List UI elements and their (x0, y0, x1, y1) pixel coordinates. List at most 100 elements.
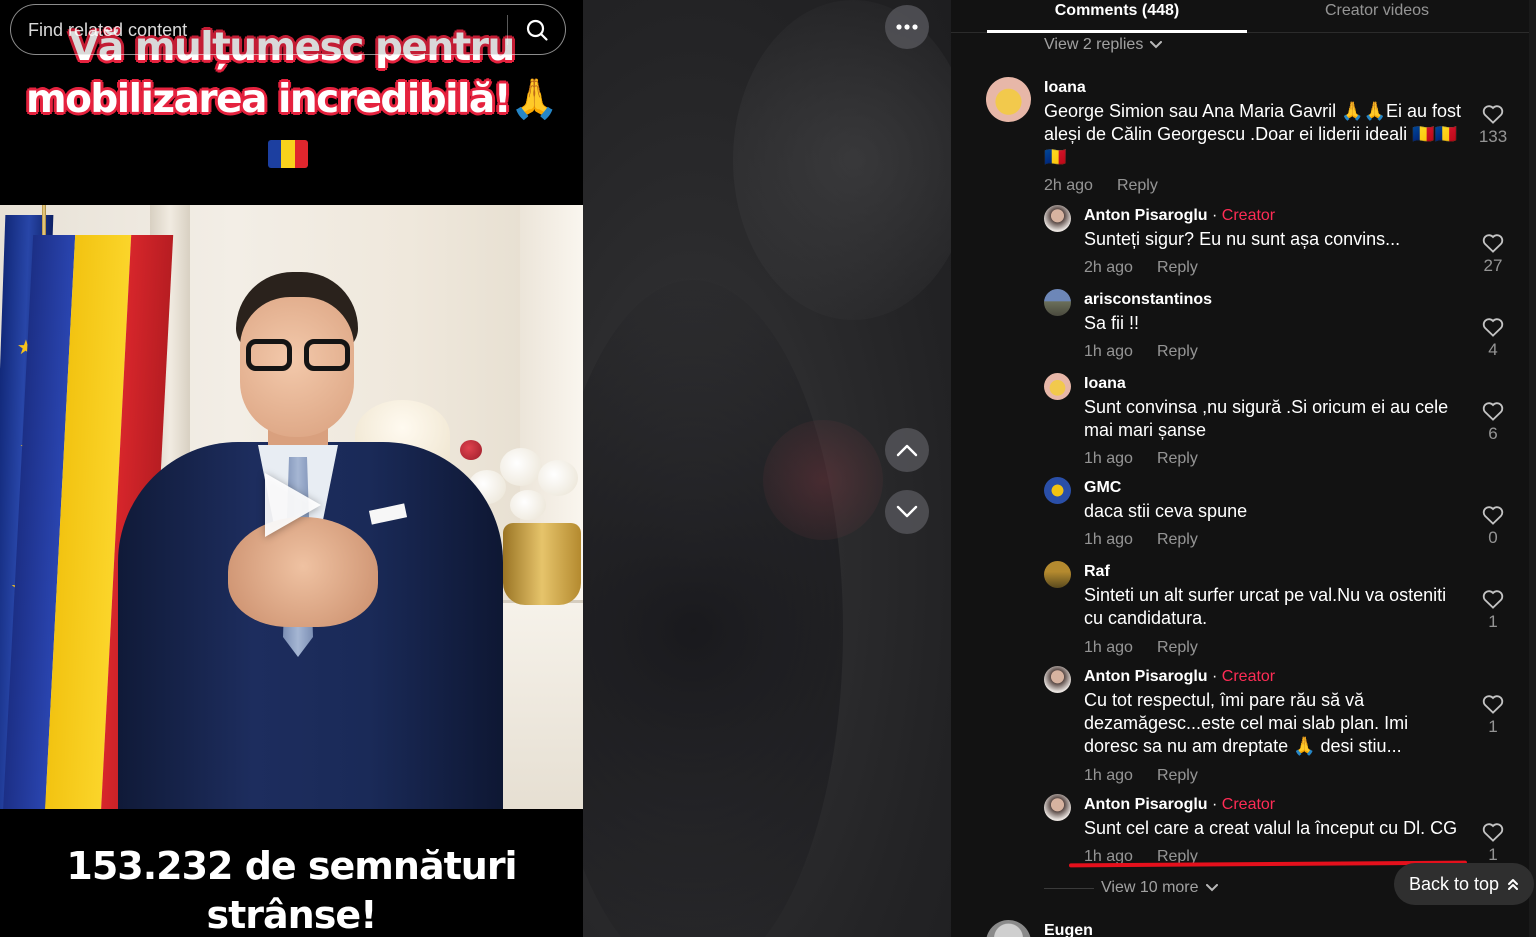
play-icon[interactable] (265, 473, 321, 537)
view-more-button[interactable]: View 10 more (1101, 879, 1218, 897)
search-input[interactable] (28, 17, 498, 43)
like-button[interactable]: 0 (1473, 505, 1513, 548)
tab-creator-videos[interactable]: Creator videos (1247, 0, 1507, 33)
heart-icon (1482, 823, 1504, 842)
tab-comments[interactable]: Comments (448) (987, 0, 1247, 33)
caption-line-1: 153.232 de semnături (66, 844, 517, 888)
username-label[interactable]: Anton Pisaroglu (1084, 668, 1208, 685)
heart-icon (1482, 590, 1504, 609)
comment-username[interactable]: Raf (1084, 563, 1110, 581)
gold-vase (503, 523, 581, 605)
app-root: ★ ★ ★ ★ Vă mulțumesc pentru (0, 0, 1536, 937)
creator-badge: Creator (1221, 796, 1276, 813)
comment-text: Sunt convinsa ,nu sigură .Si oricum ei a… (1084, 397, 1449, 440)
search-bar (10, 4, 566, 55)
reply-button[interactable]: Reply (1157, 767, 1198, 784)
next-video-button[interactable] (885, 490, 929, 534)
comment-username[interactable]: arisconstantinos (1084, 291, 1212, 309)
avatar[interactable] (986, 920, 1031, 937)
comment-username[interactable]: Eugen (1044, 922, 1093, 937)
avatar[interactable] (1044, 666, 1071, 693)
like-button[interactable]: 4 (1473, 317, 1513, 360)
video-player[interactable]: ★ ★ ★ ★ Vă mulțumesc pentru (0, 0, 583, 937)
comment-time: 1h ago (1084, 639, 1133, 656)
reply-button[interactable]: Reply (1157, 450, 1198, 467)
like-count: 4 (1488, 340, 1498, 359)
video-caption: 153.232 de semnături strânse! (0, 842, 583, 937)
like-button[interactable]: 6 (1473, 401, 1513, 444)
username-label[interactable]: Anton Pisaroglu (1084, 796, 1208, 813)
like-button[interactable]: 1 (1473, 694, 1513, 737)
username-label[interactable]: Anton Pisaroglu (1084, 207, 1208, 224)
avatar[interactable] (1044, 794, 1071, 821)
prayer-emoji: 🙏 (509, 77, 559, 122)
comment-username: Anton Pisaroglu · Creator (1084, 668, 1276, 685)
speaker-person (118, 267, 503, 809)
avatar[interactable] (1044, 477, 1071, 504)
reply-button[interactable]: Reply (1117, 177, 1158, 194)
scrollbar[interactable] (1529, 0, 1536, 937)
comment-meta: 1h ago Reply (1084, 767, 1198, 785)
avatar[interactable] (986, 77, 1031, 122)
comments-panel: Comments (448) Creator videos View 2 rep… (951, 0, 1536, 937)
like-count: 1 (1488, 612, 1498, 631)
comment-meta: 1h ago Reply (1084, 639, 1198, 657)
more-options-button[interactable] (885, 5, 929, 49)
heart-icon (1482, 506, 1504, 525)
search-button[interactable] (519, 13, 555, 47)
like-count: 0 (1488, 528, 1498, 547)
comment-text: Sunt cel care a creat valul la început c… (1084, 818, 1458, 838)
comment-username: Anton Pisaroglu · Creator (1084, 207, 1276, 224)
chevron-down-icon (896, 505, 918, 518)
like-count: 27 (1483, 256, 1503, 275)
view-more-label: View 10 more (1101, 879, 1199, 896)
like-button[interactable]: 1 (1473, 589, 1513, 632)
like-button[interactable]: 27 (1473, 233, 1513, 276)
chevron-up-icon (896, 444, 918, 457)
like-button[interactable]: 1 (1473, 822, 1513, 865)
back-to-top-label: Back to top (1408, 873, 1500, 894)
avatar[interactable] (1044, 373, 1071, 400)
comment-meta: 1h ago Reply (1084, 450, 1198, 468)
previous-video-button[interactable] (885, 428, 929, 472)
avatar[interactable] (1044, 289, 1071, 316)
reply-button[interactable]: Reply (1157, 639, 1198, 656)
comment-text: George Simion sau Ana Maria Gavril 🙏🙏Ei … (1044, 101, 1461, 167)
search-divider (507, 15, 508, 45)
comment-time: 2h ago (1044, 177, 1093, 194)
comment-time: 1h ago (1084, 767, 1133, 784)
comment-username[interactable]: Ioana (1084, 375, 1126, 393)
back-to-top-button[interactable]: Back to top (1394, 863, 1534, 905)
search-icon (526, 19, 548, 41)
avatar[interactable] (1044, 561, 1071, 588)
heart-icon (1482, 695, 1504, 714)
comment-username[interactable]: Ioana (1044, 79, 1086, 97)
view-replies-button[interactable]: View 2 replies (1044, 36, 1163, 54)
comment-username[interactable]: GMC (1084, 479, 1121, 497)
heart-icon (1482, 402, 1504, 421)
reply-button[interactable]: Reply (1157, 531, 1198, 548)
comment-username: Anton Pisaroglu · Creator (1084, 796, 1276, 813)
thread-divider (1044, 888, 1094, 889)
heart-icon (1482, 234, 1504, 253)
comment-meta: 1h ago Reply (1084, 531, 1198, 549)
like-count: 6 (1488, 424, 1498, 443)
creator-badge: Creator (1221, 668, 1276, 685)
avatar[interactable] (1044, 205, 1071, 232)
more-horizontal-icon (896, 24, 918, 30)
overlay-line-2: mobilizarea incredibilă!🙏 (0, 74, 583, 126)
reply-button[interactable]: Reply (1157, 259, 1198, 276)
comment-meta: 2h ago Reply (1084, 259, 1198, 277)
chevron-down-icon (1205, 884, 1218, 892)
creator-badge: Creator (1221, 207, 1276, 224)
comment-text: Cu tot respectul, îmi pare rău să vă dez… (1084, 690, 1409, 756)
comment-time: 2h ago (1084, 259, 1133, 276)
comment-text: Sa fii !! (1084, 313, 1140, 333)
double-chevron-up-icon (1508, 879, 1519, 890)
caption-line-2: strânse! (206, 893, 378, 937)
comment-time: 1h ago (1084, 450, 1133, 467)
chevron-down-icon (1150, 41, 1163, 49)
reply-button[interactable]: Reply (1157, 343, 1198, 360)
comment-text: Sinteti un alt surfer urcat pe val.Nu va… (1084, 585, 1447, 628)
like-button[interactable]: 133 (1473, 104, 1513, 147)
